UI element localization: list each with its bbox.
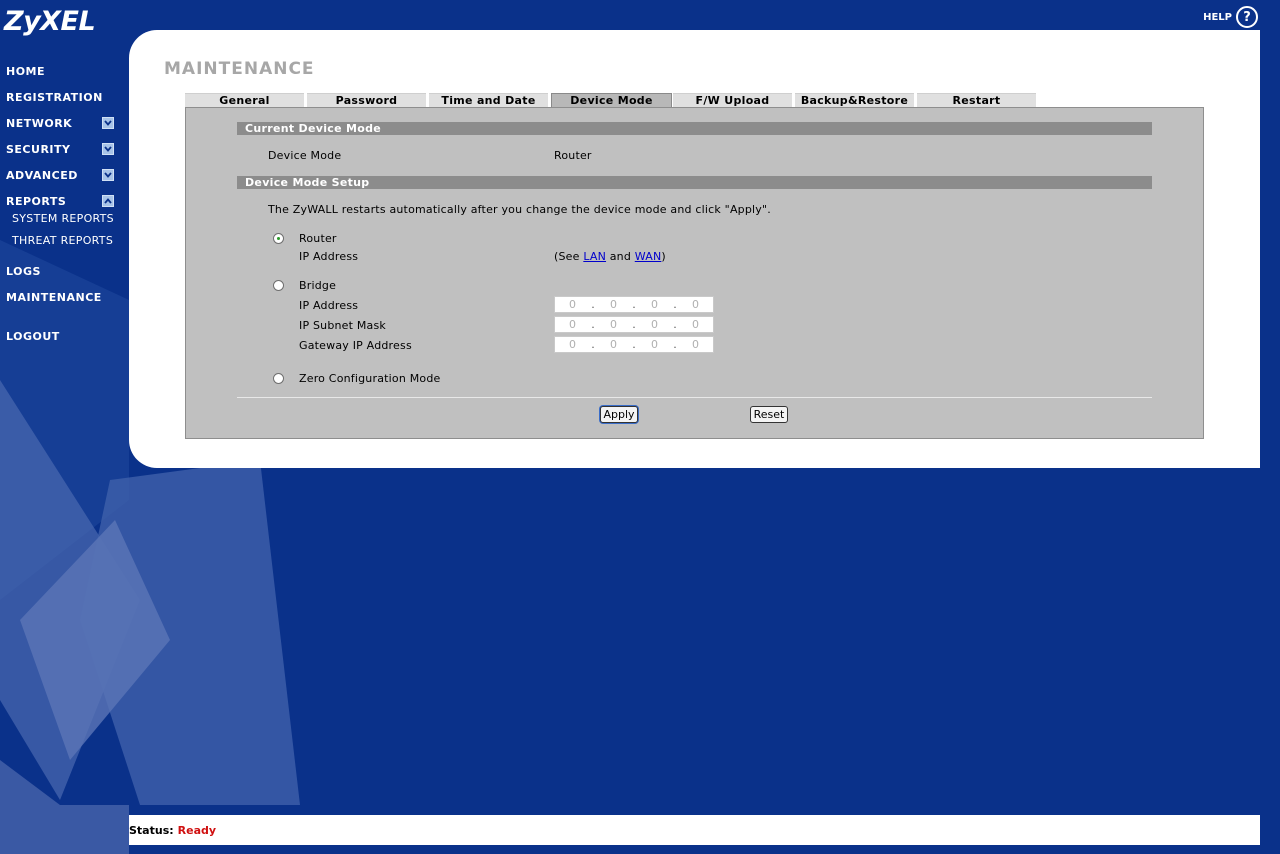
- tab-backup-restore[interactable]: Backup&Restore: [795, 93, 914, 107]
- router-ip-label: IP Address: [299, 250, 359, 263]
- zero-config-label: Zero Configuration Mode: [299, 372, 441, 385]
- device-mode-value: Router: [554, 149, 592, 162]
- divider: [237, 397, 1152, 398]
- tab-time-and-date[interactable]: Time and Date: [429, 93, 548, 107]
- nav-item-reports[interactable]: REPORTS: [6, 195, 66, 208]
- octet: 0: [651, 298, 658, 311]
- tab-password[interactable]: Password: [307, 93, 426, 107]
- router-label: Router: [299, 232, 337, 245]
- nav-item-logout[interactable]: LOGOUT: [6, 330, 60, 343]
- chevron-down-icon[interactable]: [102, 117, 114, 129]
- radio-bridge[interactable]: [273, 280, 284, 291]
- octet: 0: [569, 298, 576, 311]
- bridge-label: Bridge: [299, 279, 337, 292]
- octet: 0: [569, 318, 576, 331]
- octet: 0: [610, 338, 617, 351]
- section-header-current: Current Device Mode: [237, 122, 1152, 135]
- setup-note: The ZyWALL restarts automatically after …: [268, 203, 771, 216]
- nav-item-home[interactable]: HOME: [6, 65, 45, 78]
- device-mode-form: Current Device Mode Device Mode Router D…: [185, 107, 1204, 439]
- bridge-ip-input[interactable]: 0. 0. 0. 0: [554, 296, 714, 313]
- zyxel-logo: ZyXEL: [4, 6, 96, 37]
- octet: 0: [610, 318, 617, 331]
- reset-button[interactable]: Reset: [750, 406, 788, 423]
- nav-item-security[interactable]: SECURITY: [6, 143, 70, 156]
- nav-subitem-threat-reports[interactable]: THREAT REPORTS: [12, 234, 113, 247]
- main-panel: MAINTENANCE General Password Time and Da…: [129, 30, 1260, 468]
- page-title: MAINTENANCE: [164, 59, 315, 79]
- chevron-up-icon[interactable]: [102, 195, 114, 207]
- tab-device-mode[interactable]: Device Mode: [551, 93, 672, 107]
- see-prefix: (See: [554, 250, 584, 263]
- octet: 0: [610, 298, 617, 311]
- chevron-down-icon[interactable]: [102, 143, 114, 155]
- nav-item-registration[interactable]: REGISTRATION: [6, 91, 103, 104]
- radio-router[interactable]: [273, 233, 284, 244]
- router-ip-see-links: (See LAN and WAN): [554, 250, 666, 263]
- status-bar: Status: Ready: [129, 815, 1260, 845]
- see-suffix: ): [661, 250, 666, 263]
- status-value: Ready: [177, 823, 217, 837]
- octet: 0: [692, 318, 699, 331]
- status-label: Status:: [129, 823, 174, 837]
- help-link[interactable]: HELP ?: [1203, 6, 1258, 28]
- bridge-mask-label: IP Subnet Mask: [299, 319, 386, 332]
- nav-item-maintenance[interactable]: MAINTENANCE: [6, 291, 102, 304]
- nav-subitem-system-reports[interactable]: SYSTEM REPORTS: [12, 212, 114, 225]
- nav-item-advanced[interactable]: ADVANCED: [6, 169, 78, 182]
- section-header-setup: Device Mode Setup: [237, 176, 1152, 189]
- chevron-down-icon[interactable]: [102, 169, 114, 181]
- lan-link[interactable]: LAN: [583, 250, 606, 263]
- octet: 0: [692, 298, 699, 311]
- octet: 0: [651, 318, 658, 331]
- radio-zero-config[interactable]: [273, 373, 284, 384]
- tab-restart[interactable]: Restart: [917, 93, 1036, 107]
- bridge-ip-label: IP Address: [299, 299, 359, 312]
- octet: 0: [692, 338, 699, 351]
- device-mode-label: Device Mode: [268, 149, 342, 162]
- apply-button[interactable]: Apply: [600, 406, 638, 423]
- octet: 0: [569, 338, 576, 351]
- nav-item-logs[interactable]: LOGS: [6, 265, 41, 278]
- tab-general[interactable]: General: [185, 93, 304, 107]
- bridge-mask-input[interactable]: 0. 0. 0. 0: [554, 316, 714, 333]
- bridge-gateway-label: Gateway IP Address: [299, 339, 412, 352]
- help-icon: ?: [1236, 6, 1258, 28]
- wan-link[interactable]: WAN: [635, 250, 662, 263]
- help-label: HELP: [1203, 11, 1232, 23]
- tab-fw-upload[interactable]: F/W Upload: [673, 93, 792, 107]
- octet: 0: [651, 338, 658, 351]
- and-text: and: [606, 250, 635, 263]
- bridge-gateway-input[interactable]: 0. 0. 0. 0: [554, 336, 714, 353]
- nav-item-network[interactable]: NETWORK: [6, 117, 72, 130]
